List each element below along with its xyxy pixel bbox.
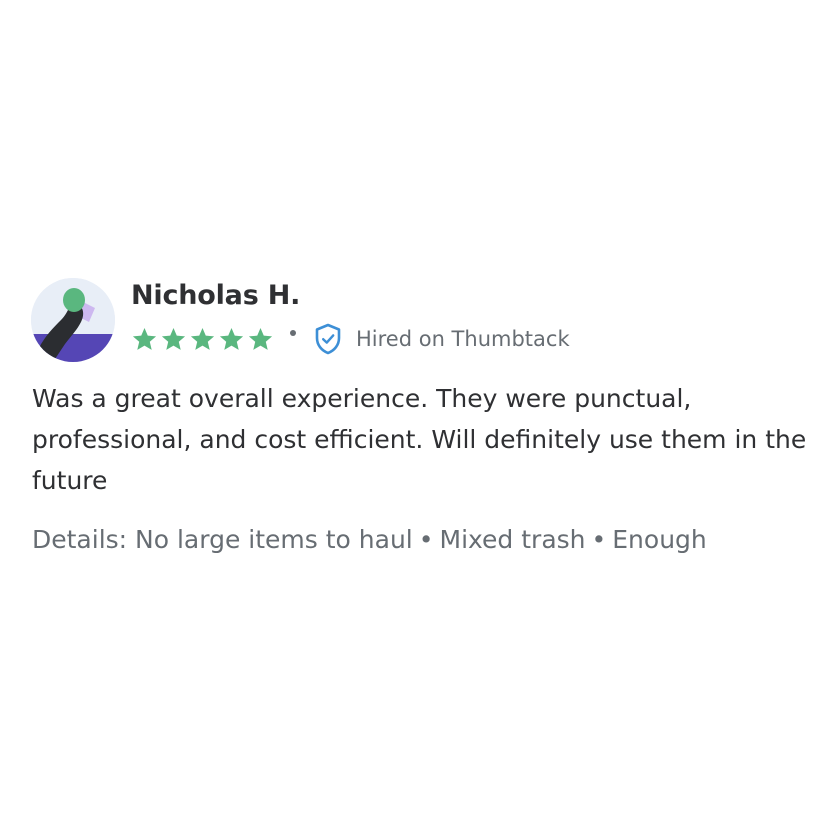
reviewer-name: Nicholas H. (131, 280, 301, 311)
separator-dot (290, 330, 296, 336)
star-icon (248, 327, 273, 350)
page: Nicholas H. Hired on Thumbtack Was a gre… (0, 0, 826, 826)
star-icon (190, 327, 215, 350)
review-meta-row: Hired on Thumbtack (131, 320, 570, 358)
details-item: Mixed trash (439, 525, 586, 554)
card-clip-edge (0, 558, 826, 570)
star-icon (219, 327, 244, 350)
star-icon (161, 327, 186, 350)
star-rating (131, 326, 276, 353)
shield-check-icon (315, 323, 341, 355)
details-item: Enough (612, 525, 707, 554)
details-bullet: • (591, 525, 607, 554)
reviewer-avatar (31, 278, 115, 362)
review-details: Details: No large items to haul • Mixed tr… (32, 519, 812, 560)
details-label: Details: (32, 525, 128, 554)
details-item: No large items to haul (135, 525, 413, 554)
details-bullet: • (418, 525, 434, 554)
hired-on-thumbtack-label: Hired on Thumbtack (356, 327, 570, 351)
review-text: Was a great overall experience. They wer… (32, 384, 807, 495)
review-card: Nicholas H. Hired on Thumbtack Was a gre… (0, 240, 826, 570)
star-icon (132, 327, 157, 350)
person-silhouette-avatar-icon (31, 278, 115, 362)
